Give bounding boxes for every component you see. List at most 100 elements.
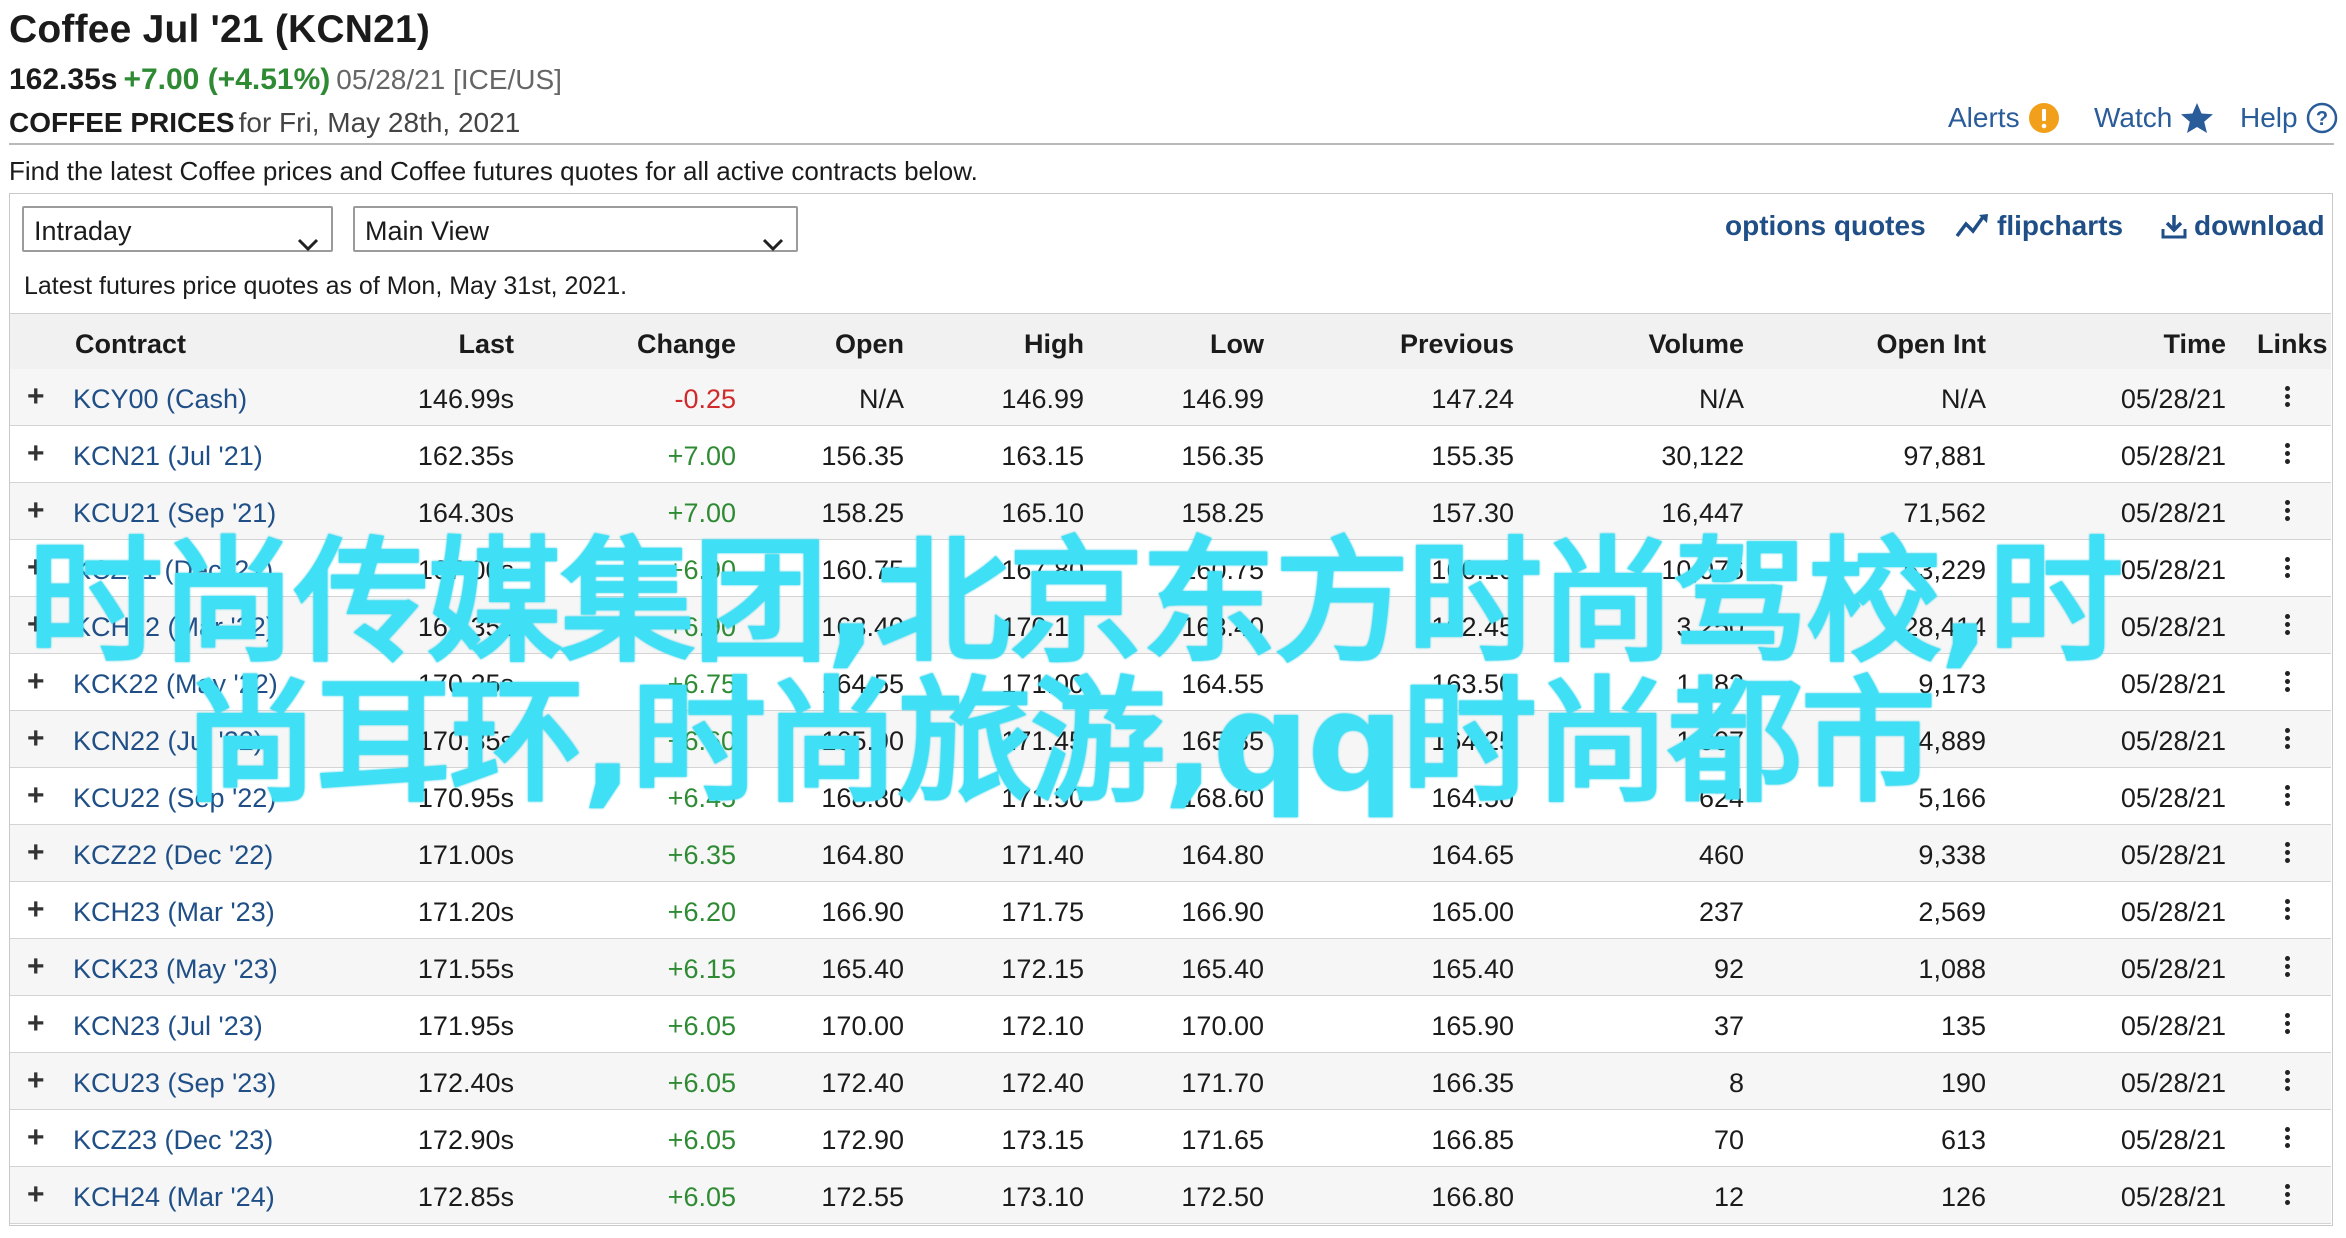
table-row: + KCN22 (Jul '22) 170.85s +6.60 165.90 171.45… [10,711,2331,768]
volume-cell: 8 [1728,1068,1744,1098]
contract-link[interactable]: KCH22 (Mar '22) [73,612,275,643]
period-select[interactable]: Intraday [22,206,333,252]
column-header[interactable]: Volume [1540,329,1744,360]
open-int-cell: 4,889 [1918,726,1986,756]
expand-plus-icon[interactable]: + [27,494,45,528]
more-options-icon[interactable] [2285,1070,2291,1094]
expand-plus-icon[interactable]: + [27,380,45,414]
high-cell: 167.80 [1001,555,1084,585]
expand-plus-icon[interactable]: + [27,1064,45,1098]
contract-link[interactable]: KCU21 (Sep '21) [73,498,276,529]
more-options-icon[interactable] [2285,728,2291,752]
last-cell: 172.90s [417,1125,514,1155]
contract-link[interactable]: KCH23 (Mar '23) [73,897,275,928]
expand-plus-icon[interactable]: + [27,779,45,813]
column-header[interactable]: Low [1110,329,1264,360]
as-of-text: Latest futures price quotes as of Mon, M… [24,272,628,300]
table-row: + KCU23 (Sep '23) 172.40s +6.05 172.40 172.40… [10,1053,2331,1110]
high-cell: 172.10 [1001,1011,1084,1041]
low-cell: 166.90 [1181,897,1264,927]
expand-plus-icon[interactable]: + [27,1121,45,1155]
previous-cell: 160.10 [1431,555,1514,585]
alerts-link[interactable]: Alerts [1948,102,2060,134]
low-cell: 165.40 [1181,954,1264,984]
help-icon: ? [2306,102,2338,134]
contract-link[interactable]: KCN23 (Jul '23) [73,1011,263,1042]
expand-plus-icon[interactable]: + [27,893,45,927]
contract-link[interactable]: KCH24 (Mar '24) [73,1182,275,1213]
expand-plus-icon[interactable]: + [27,1007,45,1041]
column-header[interactable]: Open [750,329,904,360]
svg-text:?: ? [2315,108,2327,130]
time-cell: 05/28/21 [2120,1011,2226,1041]
expand-plus-icon[interactable]: + [27,722,45,756]
table-header: Contract Last Change Open High Low Previ… [10,313,2331,371]
watch-link[interactable]: Watch [2094,102,2214,134]
contract-link[interactable]: KCU23 (Sep '23) [73,1068,276,1099]
contract-link[interactable]: KCY00 (Cash) [73,384,247,415]
column-header[interactable]: Change [540,329,736,360]
more-options-icon[interactable] [2285,443,2291,467]
options-quotes-link[interactable]: options quotes [1725,210,1926,242]
time-cell: 05/28/21 [2120,612,2226,642]
open-int-cell: 190 [1940,1068,1986,1098]
contract-link[interactable]: KCZ21 (Dec '21) [73,555,273,586]
time-cell: 05/28/21 [2120,726,2226,756]
column-header[interactable]: Contract [75,329,186,360]
expand-plus-icon[interactable]: + [27,1178,45,1212]
expand-plus-icon[interactable]: + [27,437,45,471]
download-link[interactable]: download [2160,210,2325,242]
low-cell: 156.35 [1181,441,1264,471]
contract-link[interactable]: KCK22 (May '22) [73,669,278,700]
more-options-icon[interactable] [2285,671,2291,695]
more-options-icon[interactable] [2285,614,2291,638]
change-cell: +6.75 [667,669,736,699]
expand-plus-icon[interactable]: + [27,836,45,870]
expand-plus-icon[interactable]: + [27,665,45,699]
open-cell: 164.80 [821,840,904,870]
flipcharts-link[interactable]: flipcharts [1955,210,2123,242]
low-cell: 158.25 [1181,498,1264,528]
table-row: + KCY00 (Cash) 146.99s -0.25 N/A 146.99 146.99… [10,369,2331,426]
more-options-icon[interactable] [2285,1127,2291,1151]
change-cell: +6.05 [667,1182,736,1212]
column-header[interactable]: Last [340,329,514,360]
more-options-icon[interactable] [2285,785,2291,809]
change-cell: +6.05 [667,1011,736,1041]
table-row: + KCZ23 (Dec '23) 172.90s +6.05 172.90 173.15… [10,1110,2331,1167]
contract-link[interactable]: KCZ23 (Dec '23) [73,1125,273,1156]
previous-cell: 147.24 [1431,384,1514,414]
open-int-cell: 5,166 [1918,783,1986,813]
more-options-icon[interactable] [2285,500,2291,524]
open-int-cell: 71,562 [1903,498,1986,528]
more-options-icon[interactable] [2285,956,2291,980]
last-cell: 170.85s [417,726,514,756]
table-row: + KCU21 (Sep '21) 164.30s +7.00 158.25 165.10… [10,483,2331,540]
change-cell: +6.60 [667,726,736,756]
contract-link[interactable]: KCU22 (Sep '22) [73,783,276,814]
contract-link[interactable]: KCN21 (Jul '21) [73,441,263,472]
column-header[interactable]: Previous [1310,329,1514,360]
expand-plus-icon[interactable]: + [27,608,45,642]
column-header[interactable]: Open Int [1770,329,1987,360]
more-options-icon[interactable] [2285,899,2291,923]
contract-link[interactable]: KCN22 (Jul '22) [73,726,263,757]
more-options-icon[interactable] [2285,1184,2291,1208]
more-options-icon[interactable] [2285,386,2291,410]
more-options-icon[interactable] [2285,842,2291,866]
expand-plus-icon[interactable]: + [27,950,45,984]
more-options-icon[interactable] [2285,1013,2291,1037]
low-cell: 164.55 [1181,669,1264,699]
contract-link[interactable]: KCZ22 (Dec '22) [73,840,273,871]
help-link[interactable]: Help ? [2240,102,2338,134]
previous-cell: 157.30 [1431,498,1514,528]
contract-link[interactable]: KCK23 (May '23) [73,954,278,985]
column-header[interactable]: High [930,329,1084,360]
volume-cell: 1,183 [1676,669,1744,699]
column-header[interactable]: Time [2010,329,2226,360]
expand-plus-icon[interactable]: + [27,551,45,585]
options-quotes-label: options quotes [1725,210,1926,241]
view-select[interactable]: Main View [353,206,798,252]
time-cell: 05/28/21 [2120,954,2226,984]
more-options-icon[interactable] [2285,557,2291,581]
